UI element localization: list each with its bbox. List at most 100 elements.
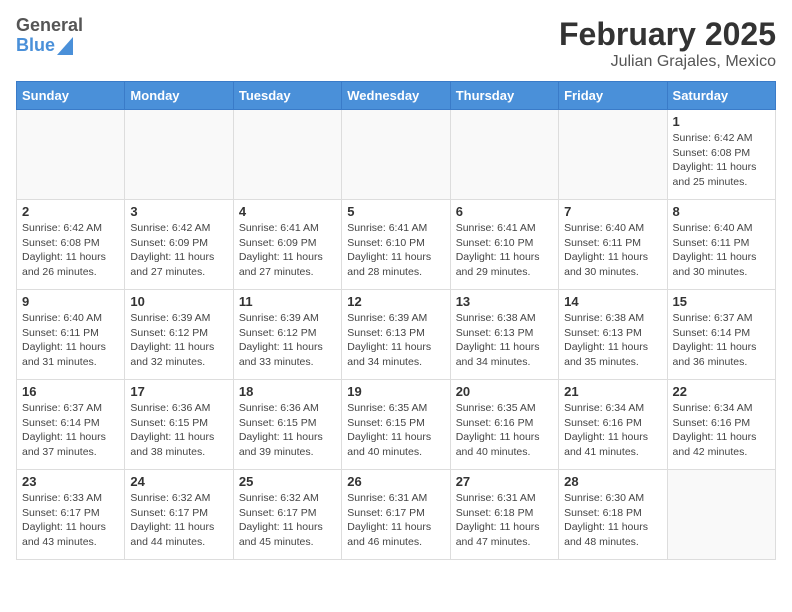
day-info: Sunrise: 6:40 AM Sunset: 6:11 PM Dayligh… bbox=[22, 311, 119, 370]
day-number: 28 bbox=[564, 474, 661, 489]
day-number: 21 bbox=[564, 384, 661, 399]
week-row-3: 9 Sunrise: 6:40 AM Sunset: 6:11 PM Daylig… bbox=[17, 290, 776, 380]
day-number: 3 bbox=[130, 204, 227, 219]
day-number: 5 bbox=[347, 204, 444, 219]
month-year: February 2025 bbox=[559, 16, 776, 53]
day-cell-2-1: 2 Sunrise: 6:42 AM Sunset: 6:08 PM Daylig… bbox=[17, 200, 125, 290]
day-cell-5-6: 28 Sunrise: 6:30 AM Sunset: 6:18 PM Dayli… bbox=[559, 470, 667, 560]
day-info: Sunrise: 6:35 AM Sunset: 6:16 PM Dayligh… bbox=[456, 401, 553, 460]
day-cell-1-1 bbox=[17, 110, 125, 200]
day-info: Sunrise: 6:36 AM Sunset: 6:15 PM Dayligh… bbox=[239, 401, 336, 460]
day-info: Sunrise: 6:39 AM Sunset: 6:13 PM Dayligh… bbox=[347, 311, 444, 370]
day-cell-4-6: 21 Sunrise: 6:34 AM Sunset: 6:16 PM Dayli… bbox=[559, 380, 667, 470]
day-info: Sunrise: 6:32 AM Sunset: 6:17 PM Dayligh… bbox=[130, 491, 227, 550]
day-number: 16 bbox=[22, 384, 119, 399]
day-number: 7 bbox=[564, 204, 661, 219]
day-number: 27 bbox=[456, 474, 553, 489]
day-number: 24 bbox=[130, 474, 227, 489]
day-cell-2-7: 8 Sunrise: 6:40 AM Sunset: 6:11 PM Daylig… bbox=[667, 200, 775, 290]
day-info: Sunrise: 6:42 AM Sunset: 6:08 PM Dayligh… bbox=[673, 131, 770, 190]
day-cell-2-5: 6Sunrise: 6:41 AM Sunset: 6:10 PM Daylig… bbox=[450, 200, 558, 290]
title-area: February 2025 Julian Grajales, Mexico bbox=[559, 16, 776, 71]
day-number: 12 bbox=[347, 294, 444, 309]
week-row-4: 16 Sunrise: 6:37 AM Sunset: 6:14 PM Dayli… bbox=[17, 380, 776, 470]
day-number: 22 bbox=[673, 384, 770, 399]
week-row-2: 2 Sunrise: 6:42 AM Sunset: 6:08 PM Daylig… bbox=[17, 200, 776, 290]
day-cell-1-2 bbox=[125, 110, 233, 200]
day-number: 8 bbox=[673, 204, 770, 219]
calendar-table: SundayMondayTuesdayWednesdayThursdayFrid… bbox=[16, 81, 776, 560]
day-number: 15 bbox=[673, 294, 770, 309]
day-info: Sunrise: 6:42 AM Sunset: 6:09 PM Dayligh… bbox=[130, 221, 227, 280]
day-info: Sunrise: 6:38 AM Sunset: 6:13 PM Dayligh… bbox=[456, 311, 553, 370]
day-cell-2-6: 7Sunrise: 6:40 AM Sunset: 6:11 PM Daylig… bbox=[559, 200, 667, 290]
day-info: Sunrise: 6:40 AM Sunset: 6:11 PM Dayligh… bbox=[673, 221, 770, 280]
day-info: Sunrise: 6:35 AM Sunset: 6:15 PM Dayligh… bbox=[347, 401, 444, 460]
weekday-header-saturday: Saturday bbox=[667, 82, 775, 110]
day-cell-5-4: 26 Sunrise: 6:31 AM Sunset: 6:17 PM Dayli… bbox=[342, 470, 450, 560]
day-number: 23 bbox=[22, 474, 119, 489]
day-info: Sunrise: 6:41 AM Sunset: 6:10 PM Dayligh… bbox=[456, 221, 553, 280]
week-row-5: 23 Sunrise: 6:33 AM Sunset: 6:17 PM Dayli… bbox=[17, 470, 776, 560]
day-cell-2-3: 4Sunrise: 6:41 AM Sunset: 6:09 PM Daylig… bbox=[233, 200, 341, 290]
day-cell-5-5: 27 Sunrise: 6:31 AM Sunset: 6:18 PM Dayli… bbox=[450, 470, 558, 560]
day-cell-3-4: 12 Sunrise: 6:39 AM Sunset: 6:13 PM Dayli… bbox=[342, 290, 450, 380]
day-info: Sunrise: 6:30 AM Sunset: 6:18 PM Dayligh… bbox=[564, 491, 661, 550]
weekday-header-thursday: Thursday bbox=[450, 82, 558, 110]
day-info: Sunrise: 6:39 AM Sunset: 6:12 PM Dayligh… bbox=[239, 311, 336, 370]
day-info: Sunrise: 6:31 AM Sunset: 6:18 PM Dayligh… bbox=[456, 491, 553, 550]
day-info: Sunrise: 6:33 AM Sunset: 6:17 PM Dayligh… bbox=[22, 491, 119, 550]
day-number: 2 bbox=[22, 204, 119, 219]
day-cell-1-3 bbox=[233, 110, 341, 200]
day-cell-5-7 bbox=[667, 470, 775, 560]
day-cell-1-4 bbox=[342, 110, 450, 200]
day-info: Sunrise: 6:37 AM Sunset: 6:14 PM Dayligh… bbox=[22, 401, 119, 460]
day-number: 19 bbox=[347, 384, 444, 399]
day-cell-4-7: 22 Sunrise: 6:34 AM Sunset: 6:16 PM Dayli… bbox=[667, 380, 775, 470]
day-number: 18 bbox=[239, 384, 336, 399]
location: Julian Grajales, Mexico bbox=[559, 53, 776, 71]
day-cell-3-1: 9 Sunrise: 6:40 AM Sunset: 6:11 PM Daylig… bbox=[17, 290, 125, 380]
day-number: 14 bbox=[564, 294, 661, 309]
weekday-header-row: SundayMondayTuesdayWednesdayThursdayFrid… bbox=[17, 82, 776, 110]
day-info: Sunrise: 6:31 AM Sunset: 6:17 PM Dayligh… bbox=[347, 491, 444, 550]
logo-icon bbox=[57, 37, 73, 55]
day-cell-5-2: 24 Sunrise: 6:32 AM Sunset: 6:17 PM Dayli… bbox=[125, 470, 233, 560]
day-info: Sunrise: 6:34 AM Sunset: 6:16 PM Dayligh… bbox=[673, 401, 770, 460]
day-cell-4-3: 18 Sunrise: 6:36 AM Sunset: 6:15 PM Dayli… bbox=[233, 380, 341, 470]
day-cell-3-3: 11Sunrise: 6:39 AM Sunset: 6:12 PM Dayli… bbox=[233, 290, 341, 380]
day-info: Sunrise: 6:41 AM Sunset: 6:09 PM Dayligh… bbox=[239, 221, 336, 280]
day-info: Sunrise: 6:37 AM Sunset: 6:14 PM Dayligh… bbox=[673, 311, 770, 370]
weekday-header-wednesday: Wednesday bbox=[342, 82, 450, 110]
weekday-header-sunday: Sunday bbox=[17, 82, 125, 110]
day-info: Sunrise: 6:42 AM Sunset: 6:08 PM Dayligh… bbox=[22, 221, 119, 280]
logo-blue: Blue bbox=[16, 36, 55, 56]
day-number: 17 bbox=[130, 384, 227, 399]
day-number: 26 bbox=[347, 474, 444, 489]
day-cell-2-4: 5Sunrise: 6:41 AM Sunset: 6:10 PM Daylig… bbox=[342, 200, 450, 290]
day-info: Sunrise: 6:32 AM Sunset: 6:17 PM Dayligh… bbox=[239, 491, 336, 550]
day-cell-1-7: 1 Sunrise: 6:42 AM Sunset: 6:08 PM Daylig… bbox=[667, 110, 775, 200]
day-number: 10 bbox=[130, 294, 227, 309]
day-cell-4-1: 16 Sunrise: 6:37 AM Sunset: 6:14 PM Dayli… bbox=[17, 380, 125, 470]
week-row-1: 1 Sunrise: 6:42 AM Sunset: 6:08 PM Daylig… bbox=[17, 110, 776, 200]
weekday-header-friday: Friday bbox=[559, 82, 667, 110]
day-cell-3-6: 14Sunrise: 6:38 AM Sunset: 6:13 PM Dayli… bbox=[559, 290, 667, 380]
logo: General Blue bbox=[16, 16, 83, 56]
day-cell-2-2: 3 Sunrise: 6:42 AM Sunset: 6:09 PM Daylig… bbox=[125, 200, 233, 290]
page-header: General Blue February 2025 Julian Grajal… bbox=[16, 16, 776, 71]
day-cell-4-2: 17 Sunrise: 6:36 AM Sunset: 6:15 PM Dayli… bbox=[125, 380, 233, 470]
day-cell-3-2: 10Sunrise: 6:39 AM Sunset: 6:12 PM Dayli… bbox=[125, 290, 233, 380]
day-number: 25 bbox=[239, 474, 336, 489]
weekday-header-tuesday: Tuesday bbox=[233, 82, 341, 110]
day-cell-3-7: 15 Sunrise: 6:37 AM Sunset: 6:14 PM Dayli… bbox=[667, 290, 775, 380]
day-cell-1-6 bbox=[559, 110, 667, 200]
day-cell-3-5: 13Sunrise: 6:38 AM Sunset: 6:13 PM Dayli… bbox=[450, 290, 558, 380]
day-number: 1 bbox=[673, 114, 770, 129]
day-number: 9 bbox=[22, 294, 119, 309]
day-cell-1-5 bbox=[450, 110, 558, 200]
day-info: Sunrise: 6:36 AM Sunset: 6:15 PM Dayligh… bbox=[130, 401, 227, 460]
day-info: Sunrise: 6:34 AM Sunset: 6:16 PM Dayligh… bbox=[564, 401, 661, 460]
weekday-header-monday: Monday bbox=[125, 82, 233, 110]
day-cell-4-5: 20Sunrise: 6:35 AM Sunset: 6:16 PM Dayli… bbox=[450, 380, 558, 470]
